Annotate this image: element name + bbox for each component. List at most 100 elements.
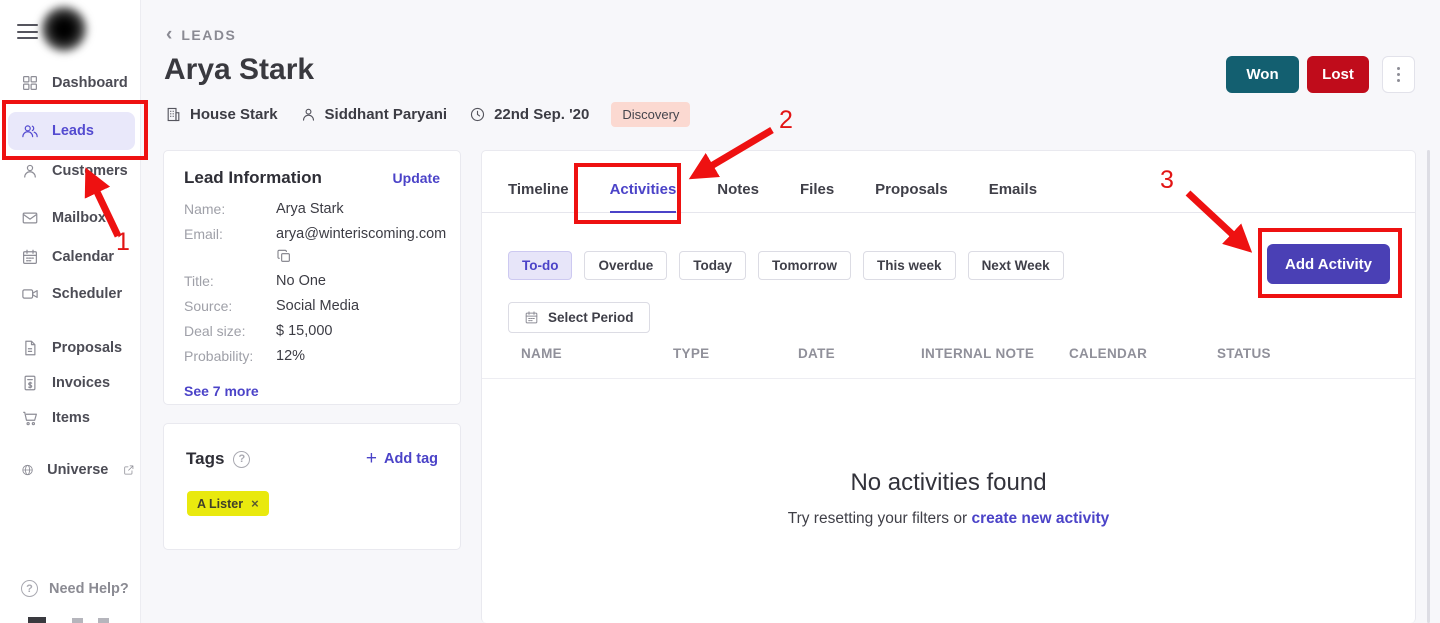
plus-icon: + bbox=[366, 448, 377, 470]
filter-chip-next-week[interactable]: Next Week bbox=[968, 251, 1064, 280]
calendar-icon bbox=[524, 310, 539, 325]
tag-chip-a-lister[interactable]: A Lister × bbox=[187, 491, 269, 516]
activity-filter-chips: To-do Overdue Today Tomorrow This week N… bbox=[508, 251, 1064, 280]
sidebar-item-label: Invoices bbox=[52, 375, 110, 391]
breadcrumb[interactable]: ‹ LEADS bbox=[166, 27, 236, 43]
sidebar: Dashboard Leads Customers Mailbox Calend… bbox=[0, 0, 141, 623]
lost-button[interactable]: Lost bbox=[1307, 56, 1369, 93]
sidebar-item-label: Dashboard bbox=[52, 75, 128, 91]
filter-chip-this-week[interactable]: This week bbox=[863, 251, 956, 280]
dashboard-icon bbox=[21, 74, 39, 92]
help-icon: ? bbox=[21, 580, 38, 597]
column-name: NAME bbox=[521, 346, 673, 378]
sidebar-item-label: Mailbox bbox=[52, 210, 106, 226]
more-options-icon bbox=[1397, 67, 1400, 70]
add-tag-button[interactable]: + Add tag bbox=[366, 448, 438, 470]
filter-chip-todo[interactable]: To-do bbox=[508, 251, 572, 280]
field-row-title: Title: No One bbox=[184, 273, 440, 289]
lead-owner: Siddhant Paryani bbox=[300, 106, 448, 123]
tab-files[interactable]: Files bbox=[800, 181, 834, 198]
crm-lead-detail-page: Dashboard Leads Customers Mailbox Calend… bbox=[0, 0, 1440, 623]
see-more-link[interactable]: See 7 more bbox=[184, 383, 259, 399]
lead-information-card: Lead Information Update Name: Arya Stark… bbox=[163, 150, 461, 405]
sidebar-item-mailbox[interactable]: Mailbox bbox=[8, 199, 135, 237]
sidebar-item-proposals[interactable]: Proposals bbox=[8, 329, 135, 367]
sidebar-item-universe[interactable]: Universe bbox=[8, 451, 135, 489]
sidebar-item-label: Calendar bbox=[52, 249, 114, 265]
stage-badge[interactable]: Discovery bbox=[611, 102, 690, 127]
empty-state-title: No activities found bbox=[482, 469, 1415, 497]
field-row-name: Name: Arya Stark bbox=[184, 201, 440, 217]
vertical-scrollbar[interactable] bbox=[1427, 150, 1430, 623]
create-new-activity-link[interactable]: create new activity bbox=[971, 510, 1109, 527]
sidebar-item-customers[interactable]: Customers bbox=[8, 152, 135, 190]
chevron-left-icon: ‹ bbox=[166, 28, 172, 42]
column-type: TYPE bbox=[673, 346, 798, 378]
tags-help-icon[interactable]: ? bbox=[233, 451, 250, 468]
filter-chip-tomorrow[interactable]: Tomorrow bbox=[758, 251, 851, 280]
select-period-button[interactable]: Select Period bbox=[508, 302, 650, 333]
tag-label: A Lister bbox=[197, 497, 243, 511]
field-row-email: Email: arya@winteriscoming.com bbox=[184, 226, 440, 242]
filter-chip-today[interactable]: Today bbox=[679, 251, 746, 280]
lead-meta-row: House Stark Siddhant Paryani 22nd Sep. '… bbox=[165, 102, 690, 127]
date-value: 22nd Sep. '20 bbox=[494, 106, 589, 123]
leads-icon bbox=[21, 122, 39, 140]
tab-notes[interactable]: Notes bbox=[717, 181, 759, 198]
filter-chip-overdue[interactable]: Overdue bbox=[584, 251, 667, 280]
calendar-icon bbox=[21, 248, 39, 266]
column-internal-note: INTERNAL NOTE bbox=[921, 346, 1069, 378]
detail-tabs: Timeline Activities Notes Files Proposal… bbox=[482, 151, 1415, 213]
tab-timeline[interactable]: Timeline bbox=[508, 181, 569, 198]
copy-icon bbox=[276, 248, 292, 264]
lead-company: House Stark bbox=[165, 106, 278, 123]
hamburger-menu-icon[interactable] bbox=[17, 24, 38, 39]
field-row-deal-size: Deal size: $ 15,000 bbox=[184, 323, 440, 339]
tab-emails[interactable]: Emails bbox=[989, 181, 1037, 198]
invoices-icon bbox=[21, 374, 39, 392]
owner-name: Siddhant Paryani bbox=[325, 106, 448, 123]
add-activity-button[interactable]: Add Activity bbox=[1267, 244, 1390, 284]
annotation-number-2: 2 bbox=[779, 106, 793, 135]
empty-state: No activities found Try resetting your f… bbox=[482, 469, 1415, 528]
activities-table-header: NAME TYPE DATE INTERNAL NOTE CALENDAR ST… bbox=[482, 346, 1415, 379]
field-row-probability: Probability: 12% bbox=[184, 348, 440, 364]
sidebar-item-leads[interactable]: Leads bbox=[8, 112, 135, 150]
tags-title: Tags bbox=[186, 449, 224, 469]
sidebar-item-label: Items bbox=[52, 410, 90, 426]
sidebar-item-label: Scheduler bbox=[52, 286, 122, 302]
sidebar-item-items[interactable]: Items bbox=[8, 399, 135, 437]
activities-panel: Timeline Activities Notes Files Proposal… bbox=[481, 150, 1416, 623]
sidebar-item-calendar[interactable]: Calendar bbox=[8, 238, 135, 276]
sidebar-item-label: Universe bbox=[47, 462, 108, 478]
remove-tag-icon[interactable]: × bbox=[251, 496, 259, 511]
breadcrumb-label: LEADS bbox=[181, 27, 236, 43]
tab-activities[interactable]: Activities bbox=[610, 181, 677, 198]
update-link[interactable]: Update bbox=[393, 170, 440, 186]
need-help-button[interactable]: ? Need Help? bbox=[21, 580, 129, 597]
column-status: STATUS bbox=[1217, 346, 1271, 378]
sidebar-item-label: Customers bbox=[52, 163, 128, 179]
customers-icon bbox=[21, 162, 39, 180]
footer-cutoff-icon bbox=[98, 618, 109, 623]
page-title: Arya Stark bbox=[164, 53, 314, 87]
mailbox-icon bbox=[21, 209, 39, 227]
scheduler-icon bbox=[21, 285, 39, 303]
copy-email-button[interactable] bbox=[276, 248, 440, 264]
lead-date: 22nd Sep. '20 bbox=[469, 106, 589, 123]
sidebar-item-scheduler[interactable]: Scheduler bbox=[8, 275, 135, 313]
need-help-label: Need Help? bbox=[49, 581, 129, 597]
empty-state-subtitle: Try resetting your filters or bbox=[788, 510, 967, 527]
company-name: House Stark bbox=[190, 106, 278, 123]
clock-icon bbox=[469, 106, 486, 123]
external-link-icon bbox=[123, 462, 135, 478]
column-calendar: CALENDAR bbox=[1069, 346, 1217, 378]
sidebar-item-label: Proposals bbox=[52, 340, 122, 356]
won-button[interactable]: Won bbox=[1226, 56, 1299, 93]
field-row-source: Source: Social Media bbox=[184, 298, 440, 314]
sidebar-item-dashboard[interactable]: Dashboard bbox=[8, 64, 135, 102]
more-options-button[interactable] bbox=[1382, 56, 1415, 93]
tab-proposals[interactable]: Proposals bbox=[875, 181, 948, 198]
sidebar-item-invoices[interactable]: Invoices bbox=[8, 364, 135, 402]
app-logo bbox=[40, 5, 88, 53]
